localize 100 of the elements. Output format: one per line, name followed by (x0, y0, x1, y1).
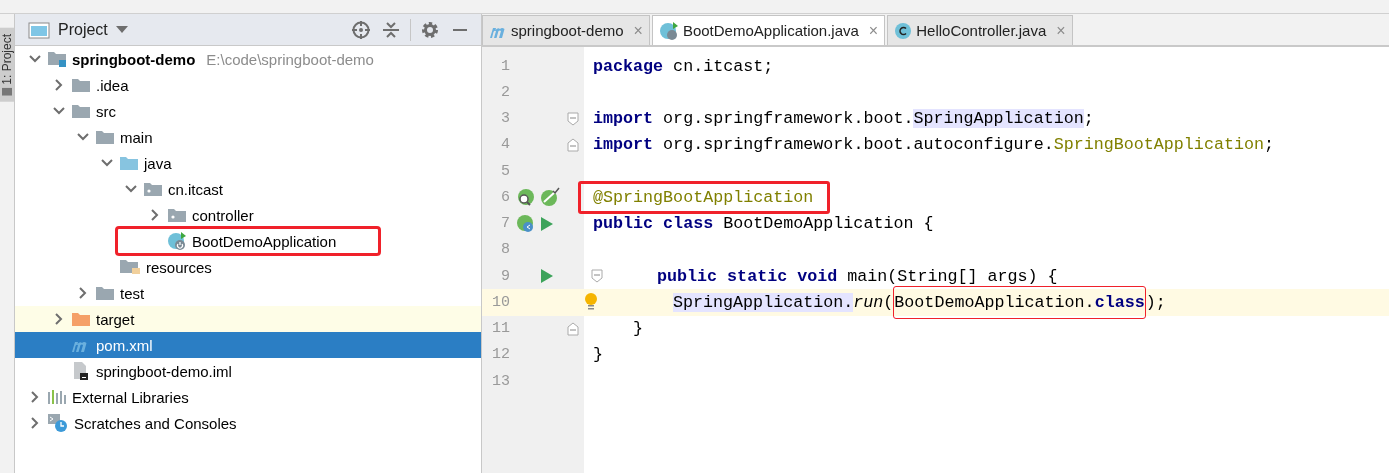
tree-item-label: springboot-demo.iml (95, 361, 233, 381)
folder-icon (71, 77, 91, 93)
tree-row[interactable]: pom.xml (15, 332, 481, 358)
tree-item-label: controller (191, 205, 255, 225)
run-icon[interactable] (540, 268, 554, 285)
chevron-right-icon[interactable] (77, 287, 89, 299)
scratches-icon (47, 413, 69, 433)
module-icon (47, 50, 67, 68)
folder-icon (167, 207, 187, 223)
code-token: import (593, 109, 654, 129)
tree-row[interactable]: springboot-demo.iml (15, 358, 481, 384)
project-tool-tab[interactable]: 1: Project (0, 28, 14, 102)
code-token: ); (1145, 292, 1166, 312)
tree-row[interactable]: test (15, 280, 481, 306)
folder-icon (119, 155, 139, 171)
code-token: BootDemoApplication { (722, 214, 934, 234)
code-token: SpringApplication. (673, 292, 854, 312)
chevron-right-icon[interactable] (29, 417, 41, 429)
editor-tab[interactable]: springboot-demo × (482, 15, 650, 45)
chevron-down-icon[interactable] (101, 157, 113, 169)
tree-item-label: java (142, 153, 173, 173)
tree-row[interactable]: target (15, 306, 481, 332)
tree-row[interactable]: cn.itcast (15, 176, 481, 202)
module-file-icon (71, 361, 91, 381)
tree-row[interactable]: External Libraries (15, 384, 481, 410)
line-number: 11 (491, 320, 510, 338)
code-token: BootDemoApplication. (894, 292, 1095, 312)
code-token: ; (1263, 135, 1274, 155)
class-icon (894, 21, 913, 40)
line-number: 8 (500, 241, 510, 259)
code-token: } (593, 345, 603, 365)
code-token: ( (883, 292, 894, 312)
chevron-down-icon[interactable] (77, 131, 89, 143)
line-number: 12 (491, 346, 510, 364)
code-token: SpringBootApplication (1053, 135, 1264, 155)
tree-row[interactable]: resources (15, 254, 481, 280)
tree-row[interactable]: springboot-demo E:\code\springboot-demo (15, 46, 481, 72)
editor-tab[interactable]: HelloController.java × (887, 15, 1073, 45)
code-token: run (853, 292, 884, 312)
line-number: 3 (500, 110, 510, 128)
spring-class-icon (167, 231, 187, 251)
tree-row[interactable]: BootDemoApplication (15, 228, 481, 254)
code-token: cn.itcast; (672, 56, 774, 76)
folder-icon (95, 285, 115, 301)
chevron-right-icon[interactable] (53, 313, 65, 325)
chevron-right-icon[interactable] (149, 209, 161, 221)
code-token: public class (593, 214, 714, 234)
code-token: org.springframework.boot.autoconfigure. (662, 135, 1054, 155)
chevron-down-icon[interactable] (29, 53, 41, 65)
panel-title[interactable]: Project (58, 20, 108, 39)
tree-row[interactable]: .idea (15, 72, 481, 98)
tree-row[interactable]: main (15, 124, 481, 150)
folder-icon (143, 181, 163, 197)
tree-item-label: Scratches and Consoles (73, 413, 238, 433)
tree-item-label: main (119, 127, 154, 147)
tree-item-label: resources (145, 257, 213, 277)
chevron-down-icon[interactable] (125, 183, 137, 195)
tree-item-label: External Libraries (71, 387, 190, 407)
tree-item-label: cn.itcast (167, 179, 225, 199)
tab-label: BootDemoApplication.java (682, 22, 859, 39)
folder-icon (71, 311, 91, 327)
bean-check-icon[interactable] (540, 187, 560, 208)
locate-icon[interactable] (351, 19, 371, 40)
dropdown-caret-icon (115, 25, 128, 34)
code-token: SpringApplication (913, 109, 1084, 129)
tree-row[interactable]: Scratches and Consoles (15, 410, 481, 436)
code-token: class (1094, 292, 1145, 312)
folder-icon (95, 129, 115, 145)
libraries-icon (47, 389, 67, 405)
line-number: 5 (500, 162, 510, 180)
code-token: package (593, 56, 664, 76)
line-number: 13 (491, 372, 510, 390)
collapse-all-icon[interactable] (381, 19, 401, 40)
tree-row[interactable]: controller (15, 202, 481, 228)
settings-icon[interactable] (420, 19, 440, 40)
run-icon[interactable] (540, 215, 554, 232)
code-token: public static void (657, 266, 838, 286)
code-token: import (593, 135, 654, 155)
chevron-right-icon[interactable] (53, 79, 65, 91)
editor-tab[interactable]: BootDemoApplication.java × (651, 15, 886, 45)
line-number: 1 (500, 57, 510, 75)
line-number: 6 (500, 188, 510, 206)
bean-search-icon[interactable] (516, 187, 536, 208)
code-token: } (633, 319, 643, 339)
line-number: 9 (500, 267, 510, 285)
window-icon (28, 20, 50, 39)
chevron-down-icon[interactable] (53, 105, 65, 117)
bean-run-icon[interactable] (516, 213, 536, 234)
line-number: 10 (491, 293, 510, 311)
lightbulb-icon[interactable] (584, 292, 598, 313)
folder-icon (71, 103, 91, 119)
tree-item-label: springboot-demo (71, 49, 197, 69)
tree-row[interactable]: src (15, 98, 481, 124)
tree-item-label: pom.xml (95, 335, 154, 355)
tree-item-label: src (95, 101, 117, 121)
code-token: @SpringBootApplication (593, 187, 814, 207)
chevron-right-icon[interactable] (29, 391, 41, 403)
tree-row[interactable]: java (15, 150, 481, 176)
line-number: 4 (500, 136, 510, 154)
tree-item-label: test (119, 283, 146, 303)
